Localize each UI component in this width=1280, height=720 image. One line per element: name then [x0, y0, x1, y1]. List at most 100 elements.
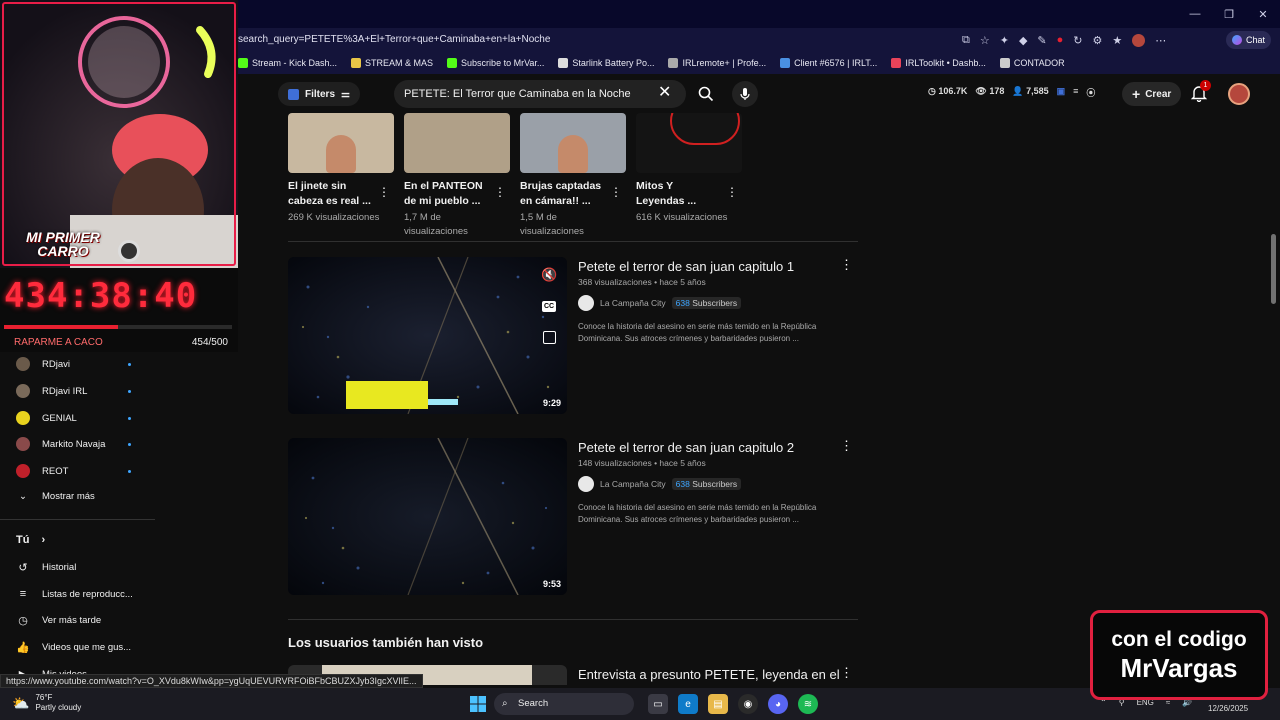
edge-browser-icon[interactable]: e — [678, 694, 698, 714]
show-more-button[interactable]: ⌄ Mostrar más — [16, 491, 95, 502]
menu-lines-icon[interactable]: ≡ — [1073, 86, 1078, 99]
shelf-video-title[interactable]: Mitos Y Leyendas ... — [636, 179, 722, 209]
video-title[interactable]: Petete el terror de san juan capitulo 2 — [578, 440, 794, 455]
channel-name[interactable]: La Campaña City — [600, 479, 666, 489]
channel-avatar[interactable] — [578, 295, 594, 311]
promo-code-overlay: con el codigo MrVargas — [1090, 610, 1268, 700]
sidebar-item-clock[interactable]: ◷ Ver más tarde — [16, 614, 101, 627]
channel-info[interactable]: La Campaña City 638 Subscribers — [578, 476, 742, 492]
search-input[interactable]: PETETE: El Terror que Caminaba en la Noc… — [394, 80, 686, 108]
video-title[interactable]: Entrevista a presunto PETETE, leyenda en… — [578, 667, 840, 682]
shelf-thumbnail[interactable] — [404, 113, 510, 173]
more-menu-icon[interactable]: ⋯ — [1155, 34, 1166, 47]
account-avatar[interactable] — [1228, 83, 1250, 105]
channel-avatar[interactable] — [578, 476, 594, 492]
bookmark-favicon-icon — [780, 58, 791, 68]
shelf-video-card[interactable]: En el PANTEON de mi pueblo ... 1,7 M de v… — [404, 113, 510, 237]
open-in-app-icon[interactable]: ⧉ — [962, 34, 970, 47]
broadcast-icon[interactable]: ⦿ — [1086, 86, 1095, 99]
bookmark-item[interactable]: CONTADOR — [999, 58, 1065, 68]
channel-name[interactable]: La Campaña City — [600, 298, 666, 308]
favorites-icon[interactable]: ★ — [1112, 34, 1122, 47]
taskbar-search[interactable]: ⌕ Search — [494, 693, 634, 715]
spotify-icon[interactable]: ≋ — [798, 694, 818, 714]
more-actions-icon[interactable]: ⋮ — [840, 257, 853, 273]
profile-avatar-icon[interactable] — [1132, 33, 1146, 47]
discord-icon[interactable]: ◕ — [768, 694, 788, 714]
sidebar-subscription-item[interactable]: RDjavi IRL — [16, 384, 87, 398]
bookmark-item[interactable]: STREAM & MAS — [351, 58, 433, 68]
shelf-thumbnail[interactable] — [636, 113, 742, 173]
sidebar-item-thumbs-up[interactable]: 👍 Videos que me gus... — [16, 641, 131, 654]
picture-in-picture-icon[interactable] — [543, 331, 556, 344]
shelf-video-card[interactable]: El jinete sin cabeza es real ... 269 K vi… — [288, 113, 394, 223]
shelf-video-title[interactable]: Brujas captadas en cámara!! ... — [520, 179, 606, 209]
bookmark-item[interactable]: Stream - Kick Dash... — [238, 58, 337, 68]
extension-pen-icon[interactable]: ✎ — [1037, 34, 1046, 47]
bookmark-item[interactable]: Subscribe to MrVar... — [447, 58, 544, 68]
maximize-button[interactable]: ❐ — [1212, 0, 1246, 28]
sidebar-item-playlist[interactable]: ≡ Listas de reproducc... — [16, 588, 133, 600]
bookmark-label: Starlink Battery Po... — [572, 58, 655, 68]
sidebar-subscription-item[interactable]: Markito Navaja — [16, 437, 105, 451]
bookmark-item[interactable]: IRLremote+ | Profe... — [668, 58, 766, 68]
clear-search-icon[interactable]: ✕ — [658, 82, 671, 102]
refresh-icon[interactable]: ↻ — [1073, 34, 1082, 47]
shelf-video-title[interactable]: En el PANTEON de mi pueblo ... — [404, 179, 490, 209]
weather-widget[interactable]: ⛅ 76°F Partly cloudy — [12, 693, 81, 713]
more-actions-icon[interactable]: ⋮ — [726, 185, 738, 199]
search-button[interactable] — [688, 80, 724, 108]
thumbnail-image — [288, 438, 567, 595]
shelf-video-card[interactable]: Mitos Y Leyendas ... 616 K visualizacione… — [636, 113, 742, 223]
bookmark-label: IRLremote+ | Profe... — [682, 58, 767, 68]
extension-red-icon[interactable]: ● — [1057, 34, 1064, 46]
bookmark-item[interactable]: Starlink Battery Po... — [558, 58, 654, 68]
task-view-icon[interactable]: ▭ — [648, 694, 668, 714]
sidebar-subscription-item[interactable]: REOT — [16, 464, 68, 478]
extensions-puzzle-icon[interactable]: ⚙ — [1093, 34, 1103, 47]
extension-icon[interactable]: ✦ — [1000, 34, 1009, 47]
obs-icon[interactable]: ◉ — [738, 694, 758, 714]
create-button[interactable]: + Crear — [1122, 82, 1182, 106]
video-title[interactable]: Petete el terror de san juan capitulo 1 — [578, 259, 794, 274]
mute-icon[interactable]: 🔇 — [541, 267, 557, 283]
bookmark-item[interactable]: Client #6576 | IRLT... — [780, 58, 877, 68]
sidebar-item-label: RDjavi IRL — [42, 385, 88, 397]
more-actions-icon[interactable]: ⋮ — [378, 185, 390, 199]
more-actions-icon[interactable]: ⋮ — [610, 185, 622, 199]
notifications-button[interactable]: 1 — [1190, 80, 1211, 104]
voice-search-button[interactable] — [732, 81, 758, 107]
copilot-chat-button[interactable]: Chat — [1226, 31, 1272, 49]
shelf-video-card[interactable]: Brujas captadas en cámara!! ... 1,5 M de … — [520, 113, 626, 237]
extension-badge-icon[interactable]: ▣ — [1057, 86, 1066, 99]
more-actions-icon[interactable]: ⋮ — [840, 665, 853, 681]
page-scrollbar[interactable] — [1271, 234, 1276, 304]
shelf-video-views: 1,7 M de visualizaciones — [404, 212, 468, 237]
sidebar-item-history[interactable]: ↺ Historial — [16, 561, 76, 574]
bookmark-item[interactable]: IRLToolkit • Dashb... — [891, 58, 986, 68]
sidebar-subscription-item[interactable]: RDjavi — [16, 357, 70, 371]
video-thumbnail[interactable]: 9:53 — [288, 438, 567, 595]
search-result[interactable]: 9:53 Petete el terror de san juan capitu… — [288, 438, 858, 596]
extension-diamond-icon[interactable]: ◆ — [1019, 34, 1027, 47]
search-result[interactable]: 🔇 CC 9:29 Petete el terror de san juan c… — [288, 257, 858, 415]
shelf-thumbnail[interactable] — [520, 113, 626, 173]
file-explorer-icon[interactable]: ▤ — [708, 694, 728, 714]
more-actions-icon[interactable]: ⋮ — [494, 185, 506, 199]
favorite-star-icon[interactable]: ☆ — [980, 34, 990, 47]
shelf-video-title[interactable]: El jinete sin cabeza es real ... — [288, 179, 374, 209]
more-actions-icon[interactable]: ⋮ — [840, 438, 853, 454]
filters-button[interactable]: Filters ⚌ — [278, 82, 360, 106]
video-thumbnail[interactable]: 🔇 CC 9:29 — [288, 257, 567, 414]
start-button[interactable] — [470, 696, 486, 717]
url-field[interactable]: search_query=PETETE%3A+El+Terror+que+Cam… — [238, 28, 550, 52]
minimize-button[interactable]: — — [1178, 0, 1212, 28]
you-section-heading[interactable]: Tú › — [16, 534, 45, 546]
taskbar-date[interactable]: 12/26/2025 — [1208, 704, 1248, 713]
captions-icon[interactable]: CC — [542, 301, 556, 312]
close-window-button[interactable]: ✕ — [1246, 0, 1280, 28]
channel-info[interactable]: La Campaña City 638 Subscribers — [578, 295, 742, 311]
sidebar-item-label: Historial — [42, 562, 77, 573]
shelf-thumbnail[interactable] — [288, 113, 394, 173]
sidebar-subscription-item[interactable]: GENIAL — [16, 411, 77, 425]
